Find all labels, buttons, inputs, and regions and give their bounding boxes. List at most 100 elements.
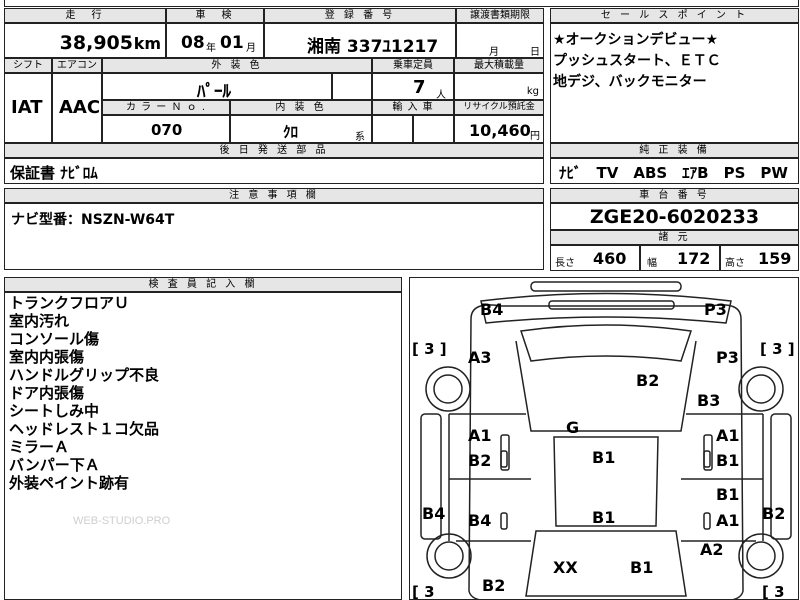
equipment-cell: ﾅﾋﾞ TV ABS ｴｱB PS PW [550,158,799,184]
registration-value: 湘南 337ﾕ1217 [307,37,439,57]
front-cabin-outline [515,340,697,432]
damage-mark: P3 [716,348,739,367]
later-parts-header: 後 日 発 送 部 品 [4,143,544,158]
inspector-line: 外装ペイント跡有 [9,474,130,492]
transfer-header: 譲渡書類期限 [456,8,544,23]
recycle-value: 10,460 [469,121,531,140]
exterior-color-extra-cell [332,73,372,100]
specs-width-value: 172 [677,249,711,268]
damage-mark: A3 [468,348,492,367]
right-handle-front [703,450,711,468]
sales-points-cell: ★オークションデビュー★ プッシュスタート、ＥＴＣ 地デジ、バックモニター [550,23,799,143]
left-handle-rear [500,512,508,530]
mileage-unit: km [133,34,161,53]
damage-mark: B4 [468,511,492,530]
inspector-line: ミラーＡ [9,438,70,456]
tire-count: [ 3 [762,583,785,600]
damage-mark: B2 [468,451,492,470]
max-load-header: 最大積載量 [454,58,544,73]
damage-mark: B1 [630,558,654,577]
inspector-cell: トランクフロアＵ 室内汚れ コンソール傷 室内内張傷 ハンドルグリップ不良 ドア… [4,292,402,600]
inspector-line: 室内内張傷 [9,348,85,366]
registration-cell: 湘南 337ﾕ1217 [264,23,456,58]
grille-outline [548,300,675,310]
sales-points-header: セ ー ル ス ポ イ ン ト [550,8,799,23]
specs-height-cell: 高さ 159 [720,245,799,271]
later-parts-cell: 保証書 ﾅﾋﾞﾛﾑ [4,158,544,184]
interior-color-value: ｸﾛ [283,123,299,141]
capacity-unit: 人 [436,90,446,101]
notes-header: 注 意 事 項 欄 [4,188,544,203]
damage-mark: A1 [716,511,740,530]
damage-mark: B1 [716,485,740,504]
color-no-value: 070 [151,121,183,139]
damage-mark: P3 [704,300,727,319]
shift-header: シフト [4,58,52,73]
damage-mark: XX [553,558,578,577]
right-handle-rear [703,512,711,530]
damage-mark: A1 [468,426,492,445]
inspector-line: ハンドルグリップ不良 [9,366,160,384]
specs-length-value: 460 [593,249,627,268]
damage-mark: B1 [592,448,616,467]
color-no-header: カ ラ ー Ｎ ｏ . [102,100,230,115]
damage-mark: B4 [422,504,446,523]
sales-point-line: ★オークションデビュー★ [553,32,719,48]
import-cell-a [372,115,413,143]
inspection-cell: 08 年 01 月 [166,23,264,58]
max-load-unit: kg [526,86,539,97]
ac-header: エアコン [52,58,102,73]
registration-header: 登 録 番 号 [264,8,456,23]
exterior-color-cell: ﾊﾟｰﾙ [102,73,332,102]
capacity-header: 乗車定員 [372,58,454,73]
interior-color-cell: ｸﾛ 系 [230,115,372,143]
shift-cell: IAT [4,73,52,143]
inspector-line: シートしみ中 [9,402,100,420]
max-load-cell: kg [454,73,544,100]
recycle-header: リサイクル預託金 [454,100,544,115]
inspection-month: 01 [220,33,244,53]
ac-value: AAC [59,97,101,118]
top-cut-row [4,0,799,7]
transfer-day-unit: 日 [530,47,540,58]
front-bumper-outline [530,281,682,292]
specs-width-label: 幅 [647,258,657,269]
interior-color-suffix: 系 [355,132,365,143]
shift-value: IAT [11,97,43,118]
inspection-header: 車 検 [166,8,264,23]
exterior-color-value: ﾊﾟｰﾙ [197,82,231,102]
specs-length-cell: 長さ 460 [550,245,640,271]
transfer-cell: 月 日 [456,23,544,58]
inspection-month-unit: 月 [246,43,256,54]
color-no-cell: 070 [102,115,230,143]
damage-mark: B3 [697,391,721,410]
damage-mark: B2 [762,504,786,523]
import-cell-b [413,115,454,143]
notes-cell: ナビ型番：NSZN-W64T [4,203,544,270]
transfer-month-unit: 月 [489,47,499,58]
sales-point-line: プッシュスタート、ＥＴＣ [553,53,721,69]
damage-mark: B2 [636,371,660,390]
damage-mark: A1 [716,426,740,445]
chassis-header: 車 台 番 号 [550,188,799,203]
notes-value: ナビ型番：NSZN-W64T [11,212,175,228]
ac-cell: AAC [52,73,102,143]
tire-count: [ 3 [412,583,435,600]
chassis-value: ZGE20-6020233 [589,206,760,228]
import-header: 輸 入 車 [372,100,454,115]
chassis-cell: ZGE20-6020233 [550,203,799,230]
specs-height-value: 159 [758,249,792,268]
car-diagram-panel: B4 P3 A3 P3 B2 B3 G A1 A1 B2 B1 B1 B1 B4… [409,277,799,600]
mileage-value: 38,905 [59,32,133,54]
inspection-year: 08 [181,33,205,53]
interior-color-header: 内 装 色 [230,100,372,115]
equipment-header: 純 正 装 備 [550,143,799,158]
mileage-cell: 38,905 km [4,23,166,58]
tire-front-right [738,366,784,412]
capacity-value: 7 [413,77,426,98]
specs-height-label: 高さ [725,258,745,269]
windshield-outline [520,324,692,362]
equipment-value: ﾅﾋﾞ TV ABS ｴｱB PS PW [559,164,788,182]
inspector-line: バンパー下Ａ [9,456,100,474]
right-mirror-outline [703,434,713,471]
